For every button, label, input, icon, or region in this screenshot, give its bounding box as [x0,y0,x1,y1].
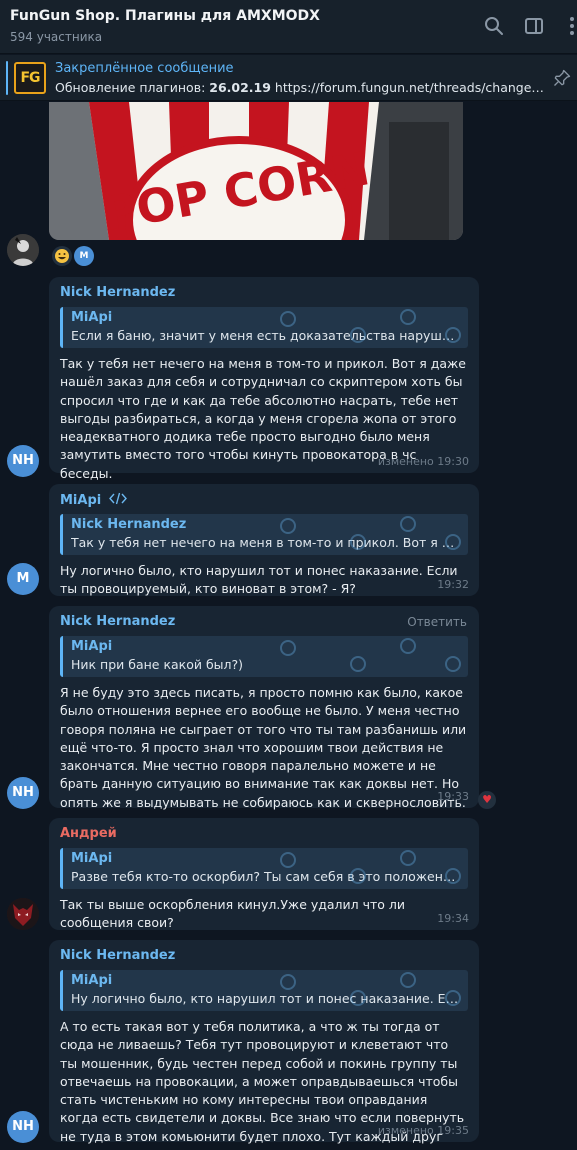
message-author[interactable]: MiApi [60,492,468,510]
message-time: 19:32 [437,578,469,591]
message-author[interactable]: Nick Hernandez [60,285,468,303]
message-author[interactable]: Андрей [60,826,468,844]
chat-title[interactable]: FunGun Shop. Плагины для AMXMODX [10,8,320,24]
pinned-indicator [6,61,8,95]
message-time: 19:34 [437,912,469,925]
unpin-icon[interactable] [552,68,572,88]
chat-header[interactable]: FunGun Shop. Плагины для AMXMODX 594 уча… [0,0,577,54]
code-badge-icon [108,492,127,505]
grinning-emoji-reaction[interactable] [52,246,72,266]
message-bubble[interactable]: Nick Hernandez Ответить MiApi Ник при ба… [49,606,479,810]
reply-button[interactable]: Ответить [407,615,467,629]
member-count: 594 участника [10,30,103,44]
person-photo-icon [7,234,39,266]
quote-pattern-icon [280,850,461,884]
sidebar-toggle-icon[interactable] [522,14,546,38]
reply-quote[interactable]: MiApi Ну логично было, кто нарушил тот и… [60,970,468,1011]
avatar-miapi[interactable]: M [7,563,39,595]
reactor-avatar[interactable]: M [74,246,94,266]
pinned-label: Закреплённое сообщение [55,61,234,76]
pinned-message-bar[interactable]: FG Закреплённое сообщение Обновление пла… [0,55,577,101]
quote-pattern-icon [280,972,461,1006]
message-bubble[interactable]: MiApi Nick Hernandez Так у тебя нет нече… [49,484,479,596]
reply-quote[interactable]: Nick Hernandez Так у тебя нет нечего на … [60,514,468,555]
avatar-nick-hernandez[interactable]: NH [7,445,39,477]
message-time: изменено 19:35 [377,1124,469,1137]
avatar-andrey[interactable] [7,898,39,930]
heart-reaction[interactable]: ♥ [478,791,496,809]
popcorn-image: POP CORN [49,102,463,240]
message-bubble[interactable]: Nick Hernandez MiApi Если я баню, значит… [49,277,479,481]
more-vertical-icon[interactable] [560,14,577,38]
quote-pattern-icon [280,516,461,550]
message-text: Ну логично было, кто нарушил тот и понес… [60,563,458,597]
wolf-avatar-icon [7,898,39,930]
message-text: Так ты выше оскорбления кинул.Уже удалил… [60,897,406,931]
pinned-text: Обновление плагинов: 26.02.19 https://fo… [55,80,545,95]
avatar-nick-hernandez[interactable]: NH [7,777,39,809]
reply-quote[interactable]: MiApi Разве тебя кто-то оскорбил? Ты сам… [60,848,468,889]
photo-message[interactable]: POP CORN [49,102,463,240]
message-time: изменено 19:30 [377,455,469,468]
message-text: Я не буду это здесь писать, я просто пом… [60,685,467,810]
message-bubble[interactable]: Андрей MiApi Разве тебя кто-то оскорбил?… [49,818,479,930]
quote-pattern-icon [280,638,461,672]
sender-avatar[interactable] [7,234,39,266]
reply-quote[interactable]: MiApi Ник при бане какой был?) [60,636,468,677]
search-icon[interactable] [482,14,506,38]
pinned-thumbnail: FG [14,62,46,94]
avatar-nick-hernandez[interactable]: NH [7,1111,39,1143]
message-time: 19:33 [437,790,469,803]
message-bubble[interactable]: Nick Hernandez MiApi Ну логично было, кт… [49,940,479,1150]
quote-pattern-icon [280,309,461,343]
grinning-emoji-icon [55,249,69,263]
reply-quote[interactable]: MiApi Если я баню, значит у меня есть до… [60,307,468,348]
message-author[interactable]: Nick Hernandez [60,948,468,966]
